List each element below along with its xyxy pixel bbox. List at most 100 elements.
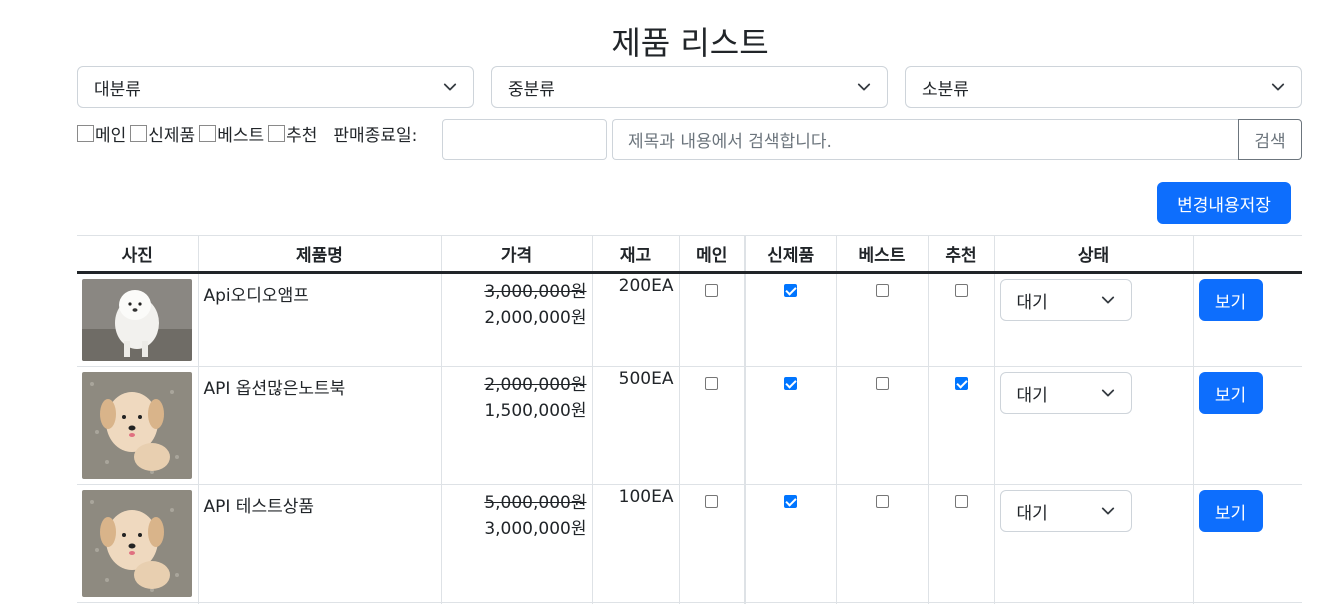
best-cell — [835, 484, 929, 603]
recommend-checkbox[interactable] — [954, 495, 968, 508]
action-cell: 보기 — [1192, 272, 1302, 367]
stock-cell: 500EA — [591, 366, 680, 485]
price-cell: 3,000,000원 2,000,000원 — [440, 272, 593, 367]
new-cell — [744, 366, 837, 485]
header-stock: 재고 — [591, 235, 680, 274]
best-checkbox[interactable] — [875, 377, 889, 390]
photo-cell — [77, 484, 199, 603]
filter-recommend-label: 추천 — [286, 125, 318, 146]
recommend-cell — [927, 484, 995, 603]
name-cell: API 옵션많은노트북 — [197, 366, 442, 485]
main-checkbox[interactable] — [705, 284, 719, 297]
best-checkbox[interactable] — [875, 284, 889, 297]
table-row: API 테스트상품 5,000,000원 3,000,000원 100EA 대기… — [77, 484, 1302, 603]
sale-end-date-label: 판매종료일: — [333, 125, 418, 146]
table-row: API 옵션많은노트북 2,000,000원 1,500,000원 500EA … — [77, 366, 1302, 485]
chevron-down-icon — [1101, 389, 1114, 397]
category-medium-select[interactable]: 중분류 — [491, 66, 888, 108]
status-cell: 대기 — [993, 366, 1194, 485]
header-new: 신제품 — [744, 235, 837, 274]
filter-main-checkbox[interactable] — [77, 124, 94, 142]
product-photo[interactable] — [82, 372, 192, 479]
header-name: 제품명 — [197, 235, 442, 274]
status-cell: 대기 — [993, 272, 1194, 367]
main-cell — [678, 366, 746, 485]
recommend-cell — [927, 366, 995, 485]
header-best: 베스트 — [835, 235, 929, 274]
filter-main-label: 메인 — [95, 125, 127, 146]
category-large-select[interactable]: 대분류 — [77, 66, 474, 108]
chevron-down-icon — [1101, 507, 1114, 515]
header-main: 메인 — [678, 235, 746, 274]
view-button[interactable]: 보기 — [1198, 279, 1263, 321]
new-cell — [744, 272, 837, 367]
table-header-row: 사진 제품명 가격 재고 메인 신제품 베스트 추천 상태 — [77, 235, 1302, 274]
chevron-down-icon — [1271, 83, 1285, 91]
stock-cell: 100EA — [591, 484, 680, 603]
page-title: 제품 리스트 — [611, 24, 769, 62]
product-name[interactable]: API 옵션많은노트북 — [204, 372, 436, 399]
header-recommend: 추천 — [927, 235, 995, 274]
header-action — [1192, 235, 1302, 274]
new-cell — [744, 484, 837, 603]
recommend-checkbox[interactable] — [954, 284, 968, 297]
filter-best-label: 베스트 — [217, 125, 265, 146]
price-cell: 5,000,000원 3,000,000원 — [440, 484, 593, 603]
view-button[interactable]: 보기 — [1198, 372, 1263, 414]
status-cell: 대기 — [993, 484, 1194, 603]
search-button[interactable]: 검색 — [1238, 119, 1302, 160]
new-checkbox[interactable] — [784, 495, 798, 508]
category-small-select[interactable]: 소분류 — [905, 66, 1302, 108]
filter-new-label: 신제품 — [148, 125, 196, 146]
sale-price: 1,500,000원 — [484, 401, 587, 421]
best-cell — [835, 366, 929, 485]
status-select[interactable]: 대기 — [999, 279, 1132, 321]
name-cell: API 테스트상품 — [197, 484, 442, 603]
recommend-checkbox[interactable] — [954, 377, 968, 390]
product-photo[interactable] — [82, 490, 192, 597]
status-select[interactable]: 대기 — [999, 372, 1132, 414]
main-checkbox[interactable] — [705, 377, 719, 390]
photo-cell — [77, 272, 199, 367]
recommend-cell — [927, 272, 995, 367]
status-value: 대기 — [1016, 292, 1048, 313]
status-value: 대기 — [1016, 503, 1048, 524]
category-large-label: 대분류 — [94, 79, 141, 100]
new-checkbox[interactable] — [784, 377, 798, 390]
photo-cell — [77, 366, 199, 485]
original-price: 3,000,000원 — [484, 282, 587, 302]
best-checkbox[interactable] — [875, 495, 889, 508]
view-button[interactable]: 보기 — [1198, 490, 1263, 532]
filter-recommend-checkbox[interactable] — [268, 124, 286, 142]
status-value: 대기 — [1016, 385, 1048, 406]
name-cell: Api오디오앰프 — [197, 272, 442, 367]
filter-best-checkbox[interactable] — [199, 124, 217, 142]
header-price: 가격 — [440, 235, 593, 274]
sale-end-date-input[interactable] — [442, 119, 607, 160]
main-cell — [678, 272, 746, 367]
price-cell: 2,000,000원 1,500,000원 — [440, 366, 593, 485]
product-name[interactable]: API 테스트상품 — [204, 490, 436, 517]
category-medium-label: 중분류 — [508, 79, 555, 100]
product-name[interactable]: Api오디오앰프 — [204, 279, 436, 306]
best-cell — [835, 272, 929, 367]
main-cell — [678, 484, 746, 603]
header-photo: 사진 — [77, 235, 199, 274]
chevron-down-icon — [1101, 296, 1114, 304]
chevron-down-icon — [857, 83, 871, 91]
search-input[interactable]: 제목과 내용에서 검색합니다. — [612, 119, 1239, 160]
product-table: 사진 제품명 가격 재고 메인 신제품 베스트 추천 상태 Api오디오앰프 3… — [77, 235, 1302, 604]
filter-bar: 메인 신제품 베스트 추천 판매종료일: — [77, 120, 417, 146]
stock-cell: 200EA — [591, 272, 680, 367]
sale-price: 2,000,000원 — [484, 308, 587, 328]
product-photo[interactable] — [82, 279, 192, 361]
filter-new-checkbox[interactable] — [130, 124, 148, 142]
category-small-label: 소분류 — [922, 79, 969, 100]
status-select[interactable]: 대기 — [999, 490, 1132, 532]
save-changes-button[interactable]: 변경내용저장 — [1157, 182, 1291, 224]
new-checkbox[interactable] — [784, 284, 798, 297]
action-cell: 보기 — [1192, 484, 1302, 603]
main-checkbox[interactable] — [705, 495, 719, 508]
original-price: 2,000,000원 — [484, 375, 587, 395]
chevron-down-icon — [443, 83, 457, 91]
